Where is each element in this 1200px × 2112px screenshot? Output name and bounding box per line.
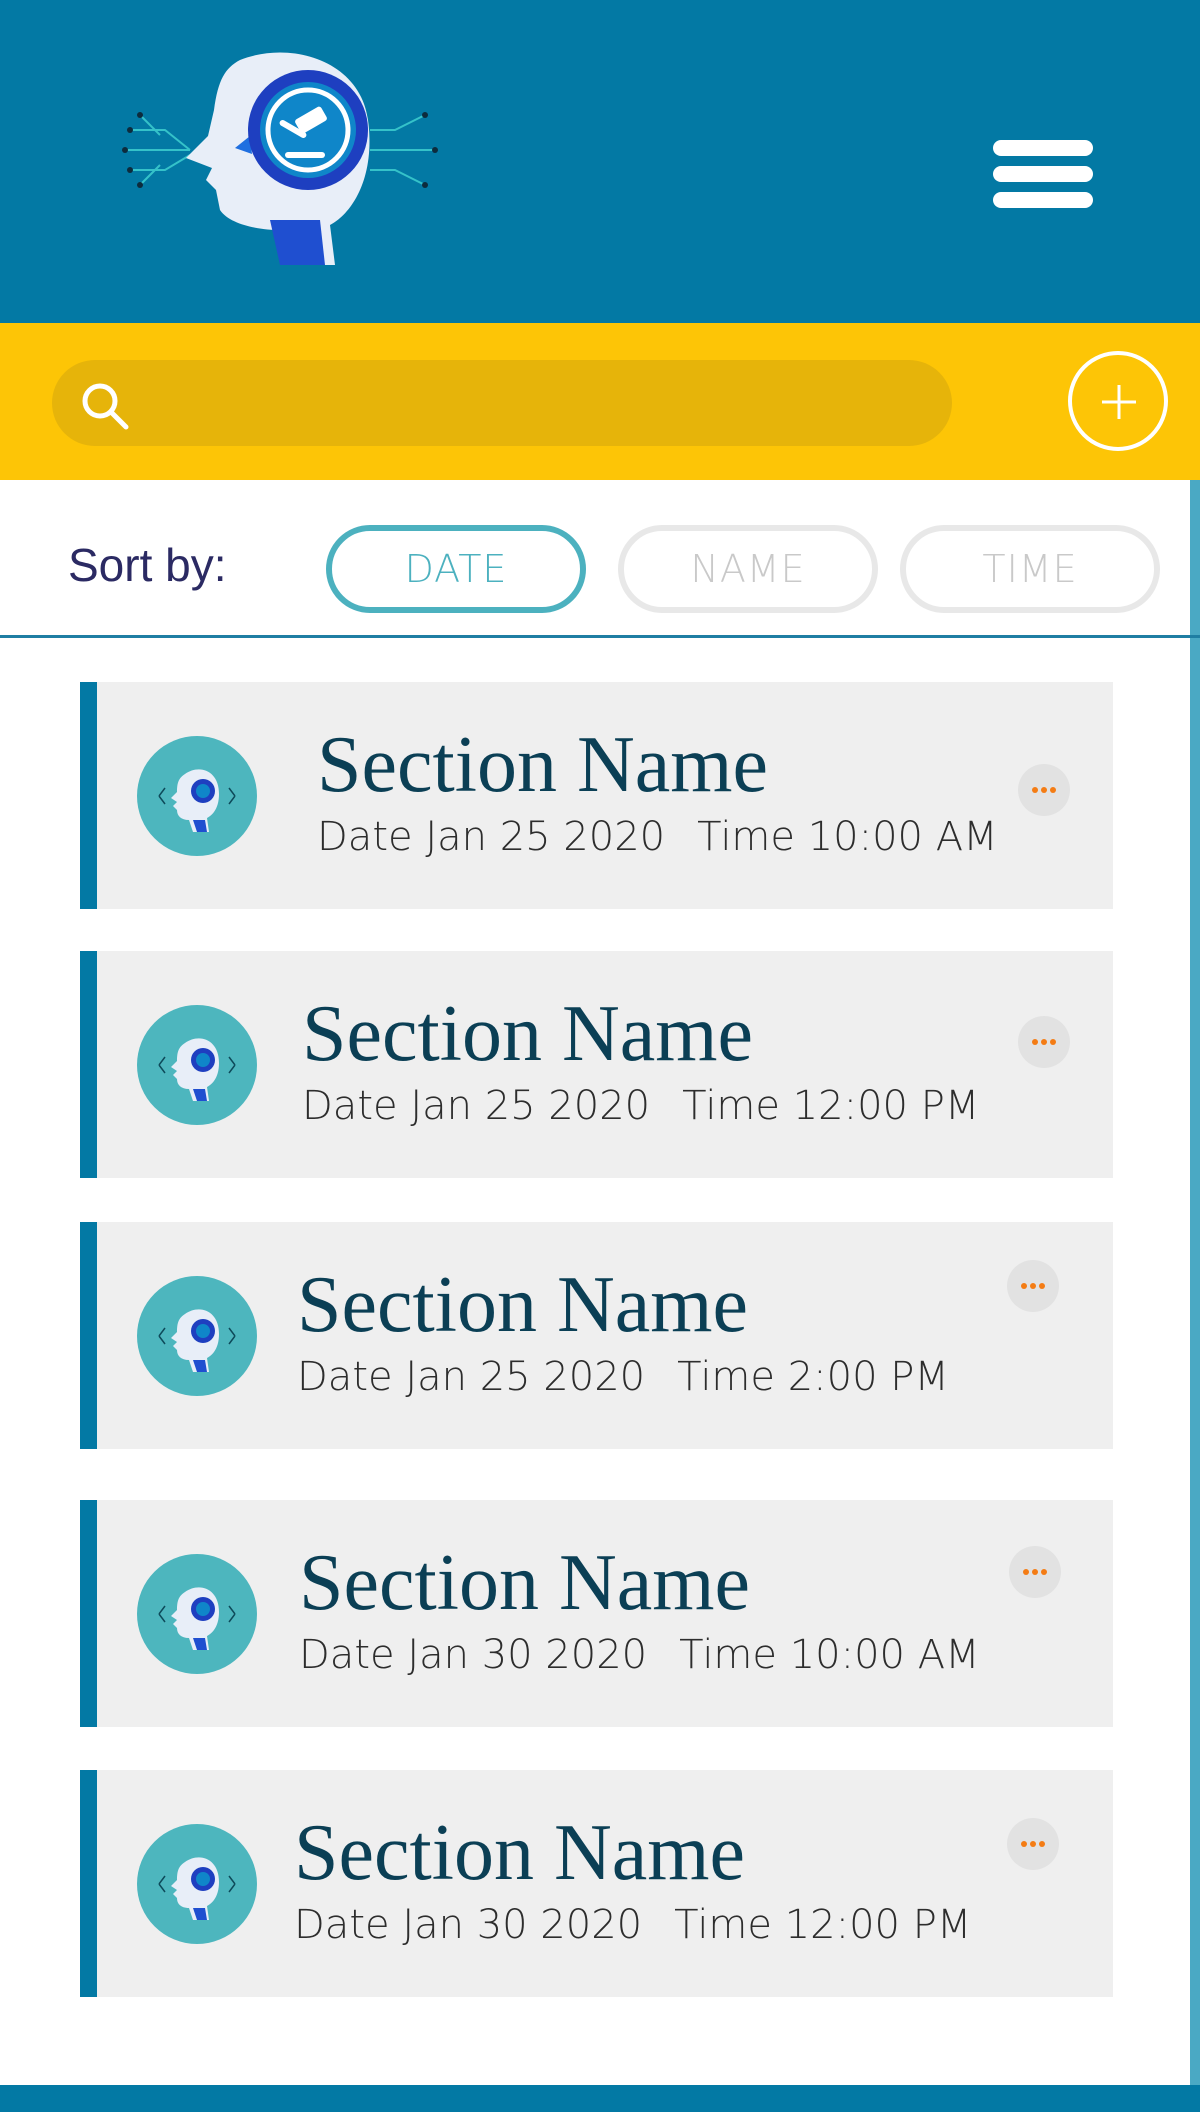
section-date: Date Jan 25 2020 <box>297 1354 646 1400</box>
sort-date-button[interactable]: DATE <box>326 525 586 613</box>
sort-bar: Sort by: DATE NAME TIME <box>0 480 1200 638</box>
ellipsis-icon <box>1021 1283 1027 1289</box>
section-meta: Date Jan 25 2020 Time 10:00 AM <box>317 814 998 860</box>
more-options-button[interactable] <box>1018 764 1070 816</box>
section-time: Time 2:00 PM <box>677 1354 949 1400</box>
sort-time-button[interactable]: TIME <box>900 525 1160 613</box>
robot-avatar-icon <box>137 1005 257 1125</box>
ellipsis-icon <box>1032 1039 1038 1045</box>
divider <box>0 635 1200 638</box>
section-card[interactable]: Section Name Date Jan 25 2020 Time 12:00 … <box>80 951 1113 1178</box>
section-meta: Date Jan 30 2020 Time 12:00 PM <box>294 1902 971 1948</box>
section-card[interactable]: Section Name Date Jan 30 2020 Time 12:00 … <box>80 1770 1113 1997</box>
menu-line <box>993 140 1093 156</box>
search-field[interactable] <box>52 360 952 446</box>
more-options-button[interactable] <box>1007 1818 1059 1870</box>
section-date: Date Jan 25 2020 <box>317 814 666 860</box>
robot-head-gavel-logo <box>122 52 438 265</box>
section-title: Section Name <box>302 990 753 1078</box>
search-input[interactable] <box>147 360 927 446</box>
menu-line <box>993 192 1093 208</box>
sort-label: Sort by: <box>68 539 227 591</box>
section-title: Section Name <box>317 721 768 809</box>
robot-avatar-icon <box>137 1276 257 1396</box>
section-meta: Date Jan 25 2020 Time 2:00 PM <box>297 1354 949 1400</box>
robot-avatar-icon <box>137 1824 257 1944</box>
section-card[interactable]: Section Name Date Jan 25 2020 Time 2:00 P… <box>80 1222 1113 1449</box>
robot-avatar-icon <box>137 736 257 856</box>
section-date: Date Jan 30 2020 <box>294 1902 643 1948</box>
section-card[interactable]: Section Name Date Jan 25 2020 Time 10:00 … <box>80 682 1113 909</box>
section-title: Section Name <box>294 1809 745 1897</box>
section-card[interactable]: Section Name Date Jan 30 2020 Time 10:00 … <box>80 1500 1113 1727</box>
section-time: Time 10:00 AM <box>679 1632 980 1678</box>
sort-name-button[interactable]: NAME <box>618 525 878 613</box>
section-date: Date Jan 30 2020 <box>299 1632 648 1678</box>
more-options-button[interactable] <box>1018 1016 1070 1068</box>
search-bar <box>0 323 1200 480</box>
add-button[interactable] <box>1068 351 1168 451</box>
section-meta: Date Jan 30 2020 Time 10:00 AM <box>299 1632 980 1678</box>
app-header <box>0 0 1200 323</box>
robot-avatar-icon <box>137 1554 257 1674</box>
plus-icon <box>1102 385 1136 419</box>
hamburger-menu-icon[interactable] <box>985 130 1095 215</box>
section-title: Section Name <box>297 1261 748 1349</box>
section-title: Section Name <box>299 1539 750 1627</box>
ellipsis-icon <box>1032 787 1038 793</box>
section-time: Time 12:00 PM <box>682 1083 980 1129</box>
section-time: Time 12:00 PM <box>674 1902 972 1948</box>
section-date: Date Jan 25 2020 <box>302 1083 651 1129</box>
scrollbar-track[interactable] <box>1190 480 1200 2085</box>
section-time: Time 10:00 AM <box>697 814 998 860</box>
menu-line <box>993 166 1093 182</box>
footer-bar <box>0 2085 1200 2112</box>
section-meta: Date Jan 25 2020 Time 12:00 PM <box>302 1083 979 1129</box>
more-options-button[interactable] <box>1009 1546 1061 1598</box>
ellipsis-icon <box>1021 1841 1027 1847</box>
search-icon <box>82 383 129 430</box>
ellipsis-icon <box>1023 1569 1029 1575</box>
more-options-button[interactable] <box>1007 1260 1059 1312</box>
